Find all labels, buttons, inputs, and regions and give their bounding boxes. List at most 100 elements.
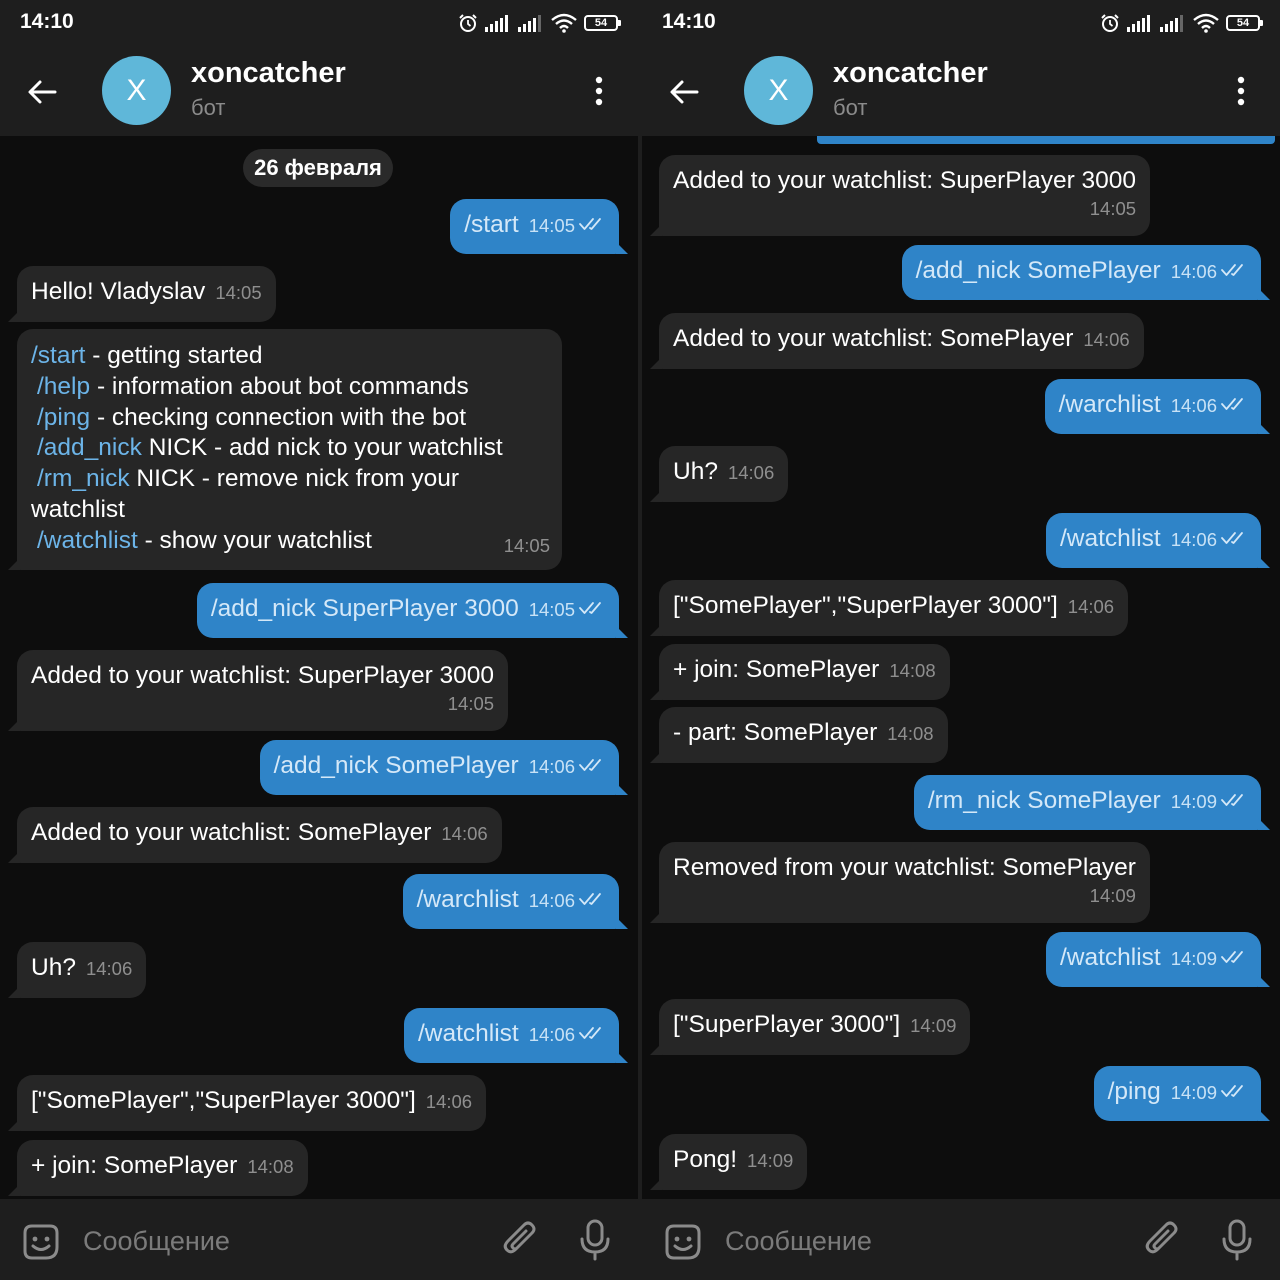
outgoing-message[interactable]: /watchlist 14:06 [403,1008,629,1063]
help-line: /add_nick NICK - add nick to your watchl… [31,433,548,464]
double-check-icon [579,892,605,906]
incoming-message[interactable]: + join: SomePlayer 14:08 [8,1140,308,1196]
message-time: 14:08 [247,1156,294,1177]
incoming-message[interactable]: Pong! 14:09 [649,1134,808,1190]
help-message[interactable]: /start - getting started/help - informat… [8,329,562,570]
message-time: 14:09 [1170,1082,1217,1103]
incoming-message[interactable]: Added to your watchlist: SuperPlayer 300… [649,155,1151,236]
incoming-message[interactable]: Uh? 14:06 [7,942,147,998]
double-check-icon [579,1026,605,1040]
outgoing-message[interactable]: /ping 14:09 [1093,1066,1271,1121]
incoming-message[interactable]: Added to your watchlist: SuperPlayer 300… [7,650,509,731]
back-arrow-icon [28,80,57,104]
outgoing-message[interactable]: /add_nick SomePlayer 14:06 [259,740,629,795]
mic-button[interactable] [578,1218,612,1267]
command-link[interactable]: /start [31,342,85,369]
more-menu-button[interactable] [1227,69,1255,113]
avatar[interactable]: X [102,56,171,125]
outgoing-message[interactable]: /add_nick SomePlayer 14:06 [901,245,1271,300]
command-link[interactable]: /rm_nick [37,465,130,492]
message-input[interactable] [725,1223,1105,1259]
chat-title[interactable]: xoncatcher [833,57,988,90]
message-time: 14:06 [528,890,575,911]
paperclip-icon [503,1221,536,1254]
back-button[interactable] [662,70,706,114]
more-menu-button[interactable] [585,69,613,113]
incoming-message[interactable]: Added to your watchlist: SomePlayer 14:06 [650,313,1144,369]
outgoing-message[interactable]: /watchlist 14:09 [1045,932,1271,987]
double-check-icon [579,217,605,231]
signal-icon [1127,15,1150,32]
sticker-button[interactable] [20,1221,62,1268]
incoming-message[interactable]: ["SomePlayer","SuperPlayer 3000"] 14:06 [7,1075,487,1131]
message-text: /add_nick SuperPlayer 3000 [210,595,519,622]
incoming-message[interactable]: - part: SomePlayer 14:08 [650,707,948,763]
message-time: 14:06 [528,756,575,777]
avatar-letter: X [768,73,789,107]
help-text: - show your watchlist [137,526,372,554]
command-link[interactable]: /watchlist [37,527,138,554]
message-text: /ping [1107,1078,1161,1105]
incoming-message[interactable]: ["SomePlayer","SuperPlayer 3000"] 14:06 [649,580,1129,636]
help-text: - getting started [85,342,263,369]
message-time: 14:09 [1170,948,1217,969]
command-link[interactable]: /add_nick [37,434,142,461]
status-time: 14:10 [662,10,716,33]
chat-title[interactable]: xoncatcher [191,57,346,90]
chat-header: X xoncatcher бот [642,45,1280,136]
attach-button[interactable] [1142,1219,1182,1266]
sticker-icon [23,1224,59,1260]
command-link[interactable]: /help [37,373,90,400]
message-list[interactable]: 26 февраля/start 14:05 Hello! Vladyslav 14:… [0,136,638,1199]
chat-subtitle: бот [833,95,868,120]
message-time: 14:05 [1089,198,1137,219]
signal-icon [1160,15,1183,32]
outgoing-message[interactable]: /watchlist 14:06 [1045,513,1271,568]
incoming-message[interactable]: + join: SomePlayer 14:08 [650,644,950,700]
attach-button[interactable] [500,1219,540,1266]
back-button[interactable] [20,70,64,114]
chat-header: X xoncatcher бот [0,45,638,136]
status-icons: 54 [458,11,621,35]
outgoing-message[interactable]: /warchlist 14:06 [1044,379,1271,434]
mic-button[interactable] [1220,1218,1254,1267]
message-time: 14:06 [1170,529,1217,550]
alarm-icon [1101,14,1119,32]
message-time: 14:08 [889,660,936,681]
incoming-message[interactable]: Hello! Vladyslav 14:05 [8,266,276,322]
message-input[interactable] [83,1223,463,1259]
message-text: Uh? [31,954,76,981]
incoming-message[interactable]: Added to your watchlist: SomePlayer 14:06 [8,807,502,863]
signal-icon [485,15,508,32]
sticker-button[interactable] [662,1221,704,1268]
incoming-message[interactable]: Uh? 14:06 [649,446,789,502]
incoming-message[interactable]: ["SuperPlayer 3000"] 14:09 [649,999,971,1055]
message-time: 14:06 [425,1091,473,1112]
message-time: 14:05 [215,282,262,303]
help-text: watchlist [31,495,125,523]
double-check-icon [1221,1084,1247,1098]
avatar[interactable]: X [744,56,813,125]
help-text: NICK - add nick to your watchlist [141,434,503,462]
outgoing-message[interactable]: /warchlist 14:06 [402,874,629,929]
outgoing-message[interactable]: /rm_nick SomePlayer 14:09 [913,775,1271,830]
incoming-message[interactable]: Removed from your watchlist: SomePlayer 1… [650,842,1150,923]
double-check-icon [579,758,605,772]
command-link[interactable]: /ping [37,404,90,431]
help-text: - information about bot commands [90,372,469,400]
message-time: 14:06 [1083,329,1130,350]
message-time: 14:06 [1170,395,1217,416]
chat-subtitle: бот [191,95,226,120]
outgoing-message[interactable]: /add_nick SuperPlayer 3000 14:05 [196,583,629,638]
message-text: Pong! [673,1146,738,1173]
status-bar: 14:10 54 [0,0,638,45]
double-check-icon [1221,397,1247,411]
double-check-icon [1221,263,1247,277]
battery-level: 54 [1236,16,1250,29]
message-text: Added to your watchlist: SomePlayer [31,819,432,846]
outgoing-message[interactable]: /start 14:05 [450,199,628,254]
message-list[interactable]: Added to your watchlist: SuperPlayer 300… [642,136,1280,1199]
outgoing-message[interactable] [817,136,1275,144]
message-text: + join: SomePlayer [31,1152,238,1179]
message-time: 14:06 [441,823,488,844]
